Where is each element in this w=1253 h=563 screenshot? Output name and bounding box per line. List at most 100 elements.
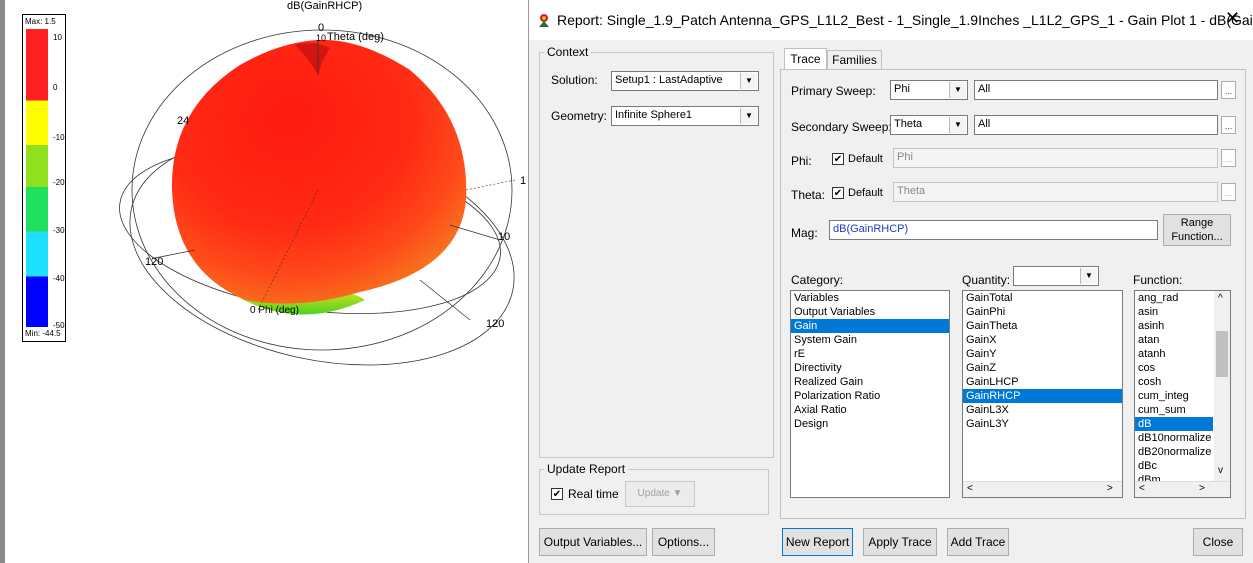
geometry-label: Geometry: — [551, 109, 608, 123]
secondary-range-browse-button[interactable]: ... — [1221, 116, 1236, 134]
theta-ten-label: 10 — [316, 33, 327, 43]
add-trace-button[interactable]: Add Trace — [947, 528, 1009, 556]
chevron-down-icon[interactable]: ▼ — [740, 73, 757, 89]
list-item[interactable]: dBc — [1135, 459, 1213, 473]
geometry-select[interactable]: Infinite Sphere1 ▼ — [611, 106, 759, 126]
list-item[interactable]: System Gain — [791, 333, 949, 347]
context-group-title: Context — [544, 45, 592, 59]
main-gain-lobe — [171, 39, 467, 304]
category-label: Category: — [791, 273, 844, 287]
list-item[interactable]: cum_sum — [1135, 403, 1213, 417]
list-item[interactable]: GainZ — [963, 361, 1122, 375]
new-report-button[interactable]: New Report — [782, 528, 853, 556]
chevron-down-icon[interactable]: ▼ — [1080, 268, 1097, 284]
list-item[interactable]: Polarization Ratio — [791, 389, 949, 403]
close-icon[interactable]: ✕ — [1225, 8, 1240, 29]
primary-range-field[interactable]: All — [974, 80, 1218, 100]
list-item[interactable]: asin — [1135, 305, 1213, 319]
scrollbar-thumb[interactable] — [1216, 331, 1228, 377]
list-item[interactable]: Realized Gain — [791, 375, 949, 389]
list-item[interactable]: cosh — [1135, 375, 1213, 389]
scroll-down-icon[interactable]: v — [1218, 465, 1223, 476]
secondary-sweep-label: Secondary Sweep: — [791, 120, 892, 134]
options-button[interactable]: Options... — [652, 528, 715, 556]
realtime-checkbox[interactable]: ✔ — [551, 488, 563, 500]
tab-families[interactable]: Families — [827, 50, 882, 70]
list-item[interactable]: dB10normalize — [1135, 431, 1213, 445]
update-report-title: Update Report — [544, 462, 629, 476]
update-button[interactable]: Update ▼ — [625, 481, 695, 507]
list-item[interactable]: dB20normalize — [1135, 445, 1213, 459]
mag-expression-field[interactable]: dB(GainRHCP) — [829, 220, 1158, 240]
list-item[interactable]: GainX — [963, 333, 1122, 347]
quantity-filter-select[interactable]: ▼ — [1013, 266, 1099, 286]
primary-sweep-select[interactable]: Phi ▼ — [890, 80, 968, 100]
quantity-hscrollbar[interactable]: < > — [963, 481, 1122, 497]
theta-browse-button[interactable]: ... — [1221, 183, 1236, 201]
chevron-down-icon[interactable]: ▼ — [949, 117, 966, 133]
scroll-left-icon[interactable]: < — [967, 483, 973, 494]
primary-range-browse-button[interactable]: ... — [1221, 81, 1236, 99]
phi-browse-button[interactable]: ... — [1221, 149, 1236, 167]
solution-select[interactable]: Setup1 : LastAdaptive ▼ — [611, 71, 759, 91]
phi-value-field[interactable]: Phi — [893, 148, 1218, 168]
list-item[interactable]: Axial Ratio — [791, 403, 949, 417]
list-item[interactable]: dB — [1135, 417, 1213, 431]
scroll-right-icon[interactable]: > — [1199, 483, 1205, 494]
list-item[interactable]: GainTheta — [963, 319, 1122, 333]
dialog-titlebar[interactable]: Report: Single_1.9_Patch Antenna_GPS_L1L… — [529, 0, 1253, 40]
list-item[interactable]: Variables — [791, 291, 949, 305]
function-hscrollbar[interactable]: < > — [1135, 481, 1230, 497]
secondary-range-field[interactable]: All — [974, 115, 1218, 135]
chevron-down-icon[interactable]: ▼ — [740, 108, 757, 124]
range-function-button[interactable]: Range Function... — [1163, 214, 1231, 246]
scroll-right-icon[interactable]: > — [1107, 483, 1113, 494]
list-item[interactable]: GainLHCP — [963, 375, 1122, 389]
list-item[interactable]: Output Variables — [791, 305, 949, 319]
scroll-up-icon[interactable]: ^ — [1218, 293, 1223, 304]
secondary-sweep-select[interactable]: Theta ▼ — [890, 115, 968, 135]
theta-default-checkbox[interactable]: ✔ — [832, 187, 844, 199]
quantity-list[interactable]: GainTotal GainPhi GainTheta GainX GainY GainZ… — [962, 290, 1123, 498]
solution-value: Setup1 : LastAdaptive — [615, 74, 723, 86]
function-vscrollbar[interactable]: ^ v — [1214, 291, 1230, 481]
geometry-value: Infinite Sphere1 — [615, 109, 693, 121]
legend-tick: 0 — [53, 83, 58, 92]
output-variables-button[interactable]: Output Variables... — [539, 528, 647, 556]
phi-axis-label: 0 Phi (deg) — [250, 305, 299, 316]
list-item[interactable]: Directivity — [791, 361, 949, 375]
list-item[interactable]: GainPhi — [963, 305, 1122, 319]
apply-trace-button[interactable]: Apply Trace — [863, 528, 937, 556]
scroll-left-icon[interactable]: < — [1139, 483, 1145, 494]
list-item[interactable]: cos — [1135, 361, 1213, 375]
list-item[interactable]: GainL3X — [963, 403, 1122, 417]
list-item[interactable]: Gain — [791, 319, 949, 333]
list-item[interactable]: Design — [791, 417, 949, 431]
function-list[interactable]: ang_rad asin asinh atan atanh cos cosh cum_inte… — [1134, 290, 1231, 498]
theta-value-field[interactable]: Theta — [893, 182, 1218, 202]
tab-trace[interactable]: Trace — [784, 48, 827, 70]
list-item[interactable]: asinh — [1135, 319, 1213, 333]
list-item[interactable]: GainL3Y — [963, 417, 1122, 431]
list-item[interactable]: GainRHCP — [963, 389, 1122, 403]
legend-tick: -40 — [53, 274, 65, 283]
theta-axis-label: Theta (deg) — [327, 31, 384, 43]
plot-title: dB(GainRHCP) — [287, 0, 363, 12]
ray-1-right — [465, 179, 516, 191]
label-120-left: 120 — [145, 256, 164, 268]
secondary-sweep-value: Theta — [894, 118, 923, 130]
list-item[interactable]: atan — [1135, 333, 1213, 347]
app-icon — [539, 14, 549, 27]
chevron-down-icon[interactable]: ▼ — [949, 82, 966, 98]
polar-3d-plot: dB(GainRHCP) 0 10 Theta (deg) 24 1 10 12… — [0, 0, 527, 563]
list-item[interactable]: cum_integ — [1135, 389, 1213, 403]
list-item[interactable]: ang_rad — [1135, 291, 1213, 305]
close-button[interactable]: Close — [1193, 528, 1243, 556]
solution-label: Solution: — [551, 73, 598, 87]
category-list[interactable]: Variables Output Variables Gain System Gain… — [790, 290, 950, 498]
list-item[interactable]: GainTotal — [963, 291, 1122, 305]
list-item[interactable]: GainY — [963, 347, 1122, 361]
list-item[interactable]: rE — [791, 347, 949, 361]
list-item[interactable]: atanh — [1135, 347, 1213, 361]
phi-default-checkbox[interactable]: ✔ — [832, 153, 844, 165]
